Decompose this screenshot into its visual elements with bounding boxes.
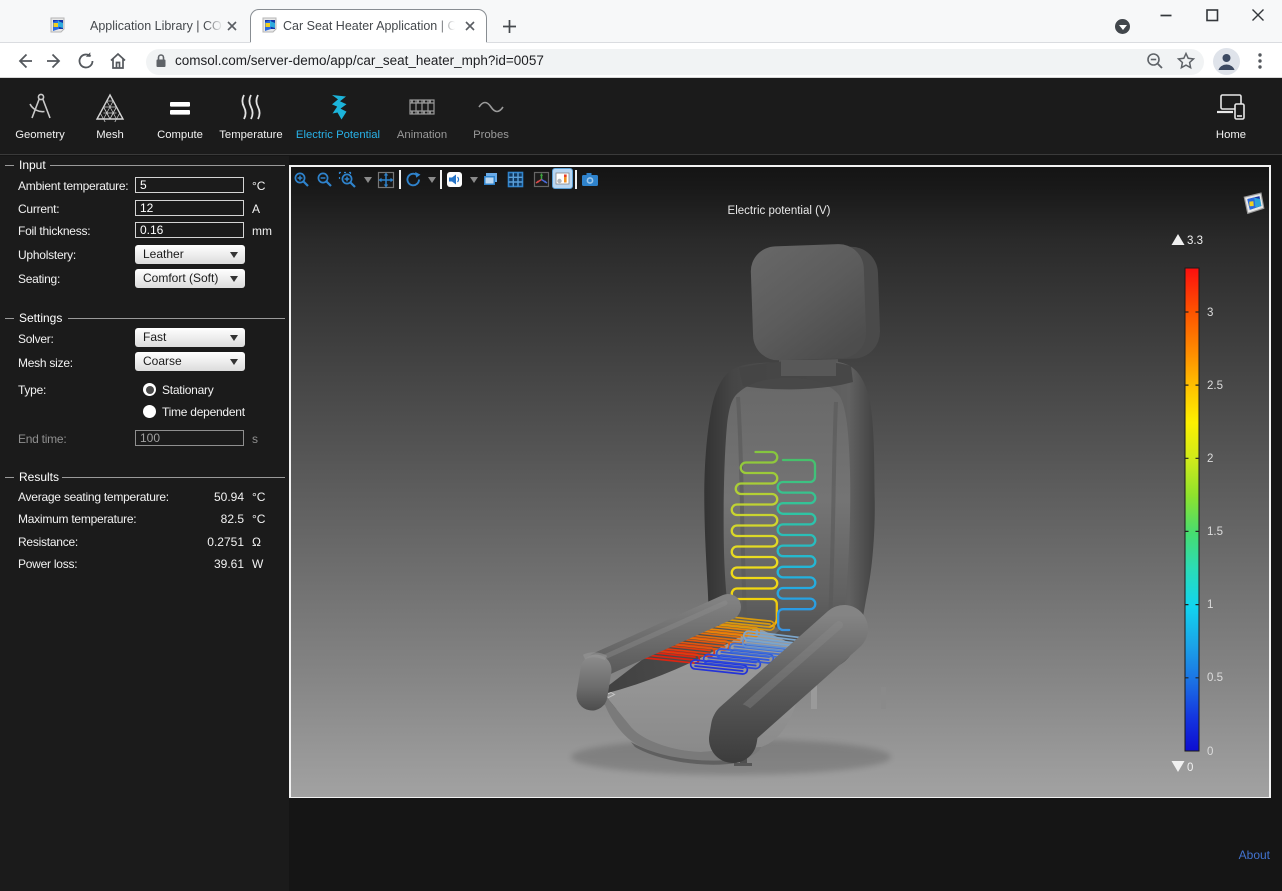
- svg-text:0: 0: [1207, 746, 1213, 758]
- svg-text:Electric potential (V): Electric potential (V): [728, 205, 831, 217]
- svg-text:2.5: 2.5: [1207, 380, 1223, 392]
- svg-text:2: 2: [1207, 453, 1213, 465]
- svg-text:1.5: 1.5: [1207, 526, 1223, 538]
- svg-text:3: 3: [1207, 307, 1213, 319]
- svg-text:3.3: 3.3: [1187, 235, 1203, 247]
- svg-text:1: 1: [1207, 599, 1213, 611]
- svg-text:0.5: 0.5: [1207, 672, 1223, 684]
- svg-text:0: 0: [1187, 762, 1193, 774]
